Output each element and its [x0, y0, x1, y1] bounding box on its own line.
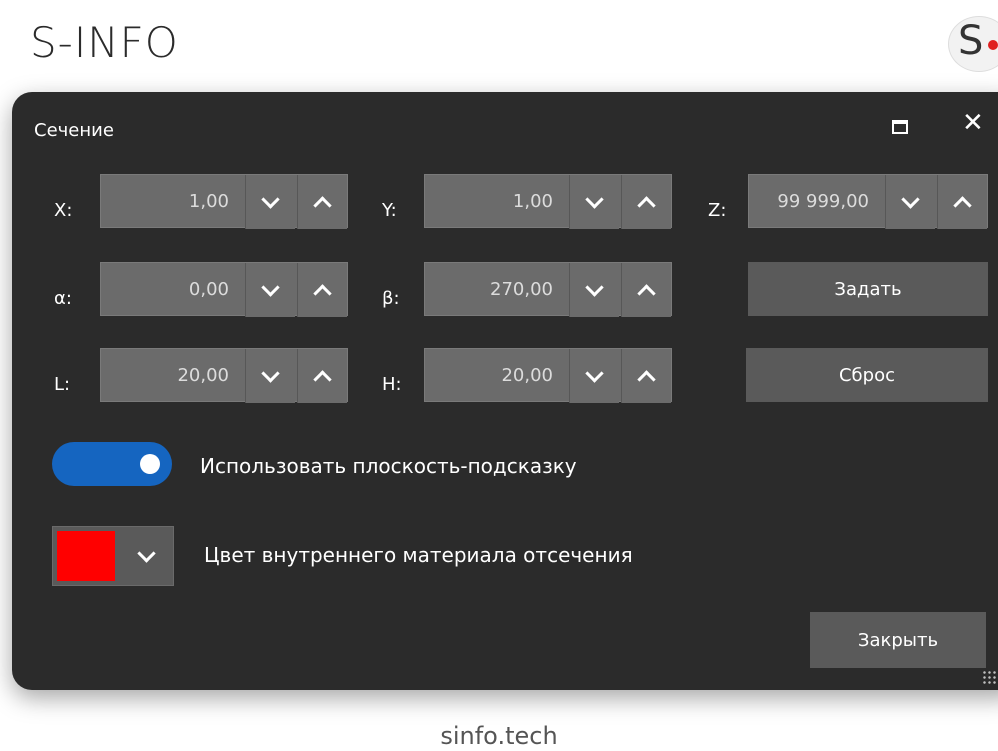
close-button[interactable]: Закрыть	[810, 612, 986, 668]
chevron-up-icon	[313, 369, 332, 389]
alpha-field[interactable]: 0,00	[100, 262, 348, 317]
l-field[interactable]: 20,00	[100, 348, 348, 403]
alpha-decrement-button[interactable]	[245, 263, 295, 317]
logo-letter: S	[958, 18, 984, 64]
beta-value[interactable]: 270,00	[490, 263, 567, 315]
chevron-down-icon	[261, 189, 280, 209]
material-color-picker[interactable]	[52, 526, 174, 586]
h-field[interactable]: 20,00	[424, 348, 672, 403]
h-increment-button[interactable]	[621, 349, 671, 403]
y-decrement-button[interactable]	[569, 175, 619, 229]
x-label: X:	[54, 200, 73, 221]
close-icon[interactable]: ✕	[962, 110, 984, 136]
x-value[interactable]: 1,00	[189, 175, 243, 227]
beta-field[interactable]: 270,00	[424, 262, 672, 317]
beta-decrement-button[interactable]	[569, 263, 619, 317]
hint-plane-toggle[interactable]	[52, 442, 172, 486]
chevron-up-icon	[637, 369, 656, 389]
z-decrement-button[interactable]	[885, 175, 935, 229]
l-value[interactable]: 20,00	[177, 349, 243, 401]
material-color-label: Цвет внутреннего материала отсечения	[204, 543, 633, 567]
z-label: Z:	[708, 200, 727, 221]
l-increment-button[interactable]	[297, 349, 347, 403]
set-button[interactable]: Задать	[748, 262, 988, 316]
x-increment-button[interactable]	[297, 175, 347, 229]
chevron-down-icon	[261, 363, 280, 383]
chevron-down-icon	[585, 277, 604, 297]
color-dropdown-button[interactable]	[119, 527, 173, 585]
h-value[interactable]: 20,00	[501, 349, 567, 401]
chevron-down-icon	[136, 543, 156, 563]
y-field[interactable]: 1,00	[424, 174, 672, 229]
chevron-down-icon	[585, 189, 604, 209]
dialog-title: Сечение	[34, 120, 114, 141]
z-field[interactable]: 99 999,00	[748, 174, 988, 229]
y-label: Y:	[382, 200, 397, 221]
section-dialog: Сечение ✕ X: 1,00 Y: 1,00 Z: 99 999,00 α…	[12, 92, 998, 690]
footer-text: sinfo.tech	[440, 722, 558, 750]
color-swatch[interactable]	[57, 531, 115, 581]
alpha-increment-button[interactable]	[297, 263, 347, 317]
x-field[interactable]: 1,00	[100, 174, 348, 229]
y-increment-button[interactable]	[621, 175, 671, 229]
l-label: L:	[54, 374, 71, 395]
reset-button[interactable]: Сброс	[746, 348, 988, 402]
x-decrement-button[interactable]	[245, 175, 295, 229]
alpha-label: α:	[54, 288, 72, 309]
z-value[interactable]: 99 999,00	[777, 175, 883, 227]
maximize-icon[interactable]	[892, 120, 908, 134]
chevron-up-icon	[637, 195, 656, 215]
chevron-up-icon	[313, 195, 332, 215]
y-value[interactable]: 1,00	[513, 175, 567, 227]
z-increment-button[interactable]	[937, 175, 987, 229]
logo-dot-icon	[988, 40, 998, 50]
h-label: H:	[382, 374, 402, 395]
beta-label: β:	[382, 288, 400, 309]
chevron-up-icon	[953, 195, 972, 215]
l-decrement-button[interactable]	[245, 349, 295, 403]
chevron-up-icon	[313, 283, 332, 303]
toggle-knob	[140, 454, 160, 474]
hint-plane-toggle-label: Использовать плоскость-подсказку	[200, 454, 577, 478]
chevron-down-icon	[585, 363, 604, 383]
h-decrement-button[interactable]	[569, 349, 619, 403]
chevron-up-icon	[637, 283, 656, 303]
chevron-down-icon	[901, 189, 920, 209]
alpha-value[interactable]: 0,00	[189, 263, 243, 315]
brand-title: S-INFO	[30, 18, 179, 67]
resize-grip-icon[interactable]	[982, 670, 996, 684]
beta-increment-button[interactable]	[621, 263, 671, 317]
chevron-down-icon	[261, 277, 280, 297]
